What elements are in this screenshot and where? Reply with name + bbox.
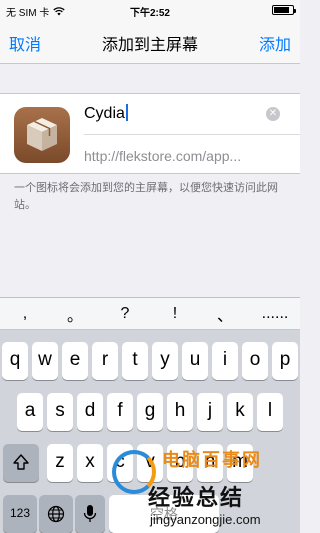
- punctuation-candidate-bar: ,。?!、......: [0, 298, 300, 330]
- key-l[interactable]: l: [257, 393, 283, 431]
- status-time: 下午2:52: [129, 8, 170, 19]
- page-title: 添加到主屏幕: [101, 37, 198, 54]
- key-g[interactable]: g: [137, 393, 163, 431]
- battery-level: [274, 7, 290, 13]
- key-k[interactable]: k: [227, 393, 253, 431]
- key-o[interactable]: o: [242, 342, 268, 380]
- field-divider: [84, 134, 300, 135]
- key-p[interactable]: p: [272, 342, 298, 380]
- key-w[interactable]: w: [32, 342, 58, 380]
- watermark-line2: 经验总结: [148, 485, 245, 510]
- add-button[interactable]: 添加: [259, 31, 291, 55]
- key-u[interactable]: u: [182, 342, 208, 380]
- key-s[interactable]: s: [47, 393, 73, 431]
- key-r[interactable]: r: [92, 342, 118, 380]
- key-h[interactable]: h: [167, 393, 193, 431]
- shift-icon: [13, 454, 29, 470]
- key-q[interactable]: q: [2, 342, 28, 380]
- site-watermark: 电脑百事网 经验总结 jingyanzongjie.com: [112, 440, 300, 533]
- globe-icon: [47, 505, 65, 523]
- key-i[interactable]: i: [212, 342, 238, 380]
- shift-key[interactable]: [3, 444, 39, 482]
- watermark-line1: 电脑百事网: [162, 450, 262, 470]
- key-x[interactable]: x: [77, 444, 103, 482]
- globe-key[interactable]: [39, 495, 73, 533]
- battery-icon: [272, 5, 296, 15]
- help-text: 一个图标将会添加到您的主屏幕，以便您快速访问此网站。: [14, 182, 278, 211]
- punctuation-key[interactable]: 、: [200, 302, 250, 326]
- punctuation-key[interactable]: ......: [250, 305, 300, 323]
- key-d[interactable]: d: [77, 393, 103, 431]
- key-j[interactable]: j: [197, 393, 223, 431]
- bookmark-card: Cydia ✕ http://flekstore.com/app...: [0, 93, 300, 174]
- text-caret: [125, 104, 128, 121]
- name-field[interactable]: Cydia: [84, 104, 128, 123]
- punctuation-key[interactable]: ,: [0, 305, 50, 323]
- nav-bar: 取消 添加到主屏幕 添加: [0, 20, 300, 64]
- punctuation-key[interactable]: ?: [100, 305, 150, 323]
- key-a[interactable]: a: [17, 393, 43, 431]
- punctuation-key[interactable]: !: [150, 305, 200, 323]
- watermark-line3: jingyanzongjie.com: [150, 512, 261, 527]
- microphone-icon: [83, 505, 97, 522]
- microphone-key[interactable]: [75, 495, 105, 533]
- numbers-key[interactable]: 123: [3, 495, 37, 533]
- key-y[interactable]: y: [152, 342, 178, 380]
- punctuation-key[interactable]: 。: [50, 302, 100, 326]
- key-e[interactable]: e: [62, 342, 88, 380]
- key-z[interactable]: z: [47, 444, 73, 482]
- name-field-value: Cydia: [84, 105, 125, 122]
- key-f[interactable]: f: [107, 393, 133, 431]
- cydia-box-icon: [14, 107, 70, 163]
- url-field: http://flekstore.com/app...: [84, 148, 242, 164]
- key-t[interactable]: t: [122, 342, 148, 380]
- status-bar: 无 SIM 卡 下午2:52: [0, 0, 300, 20]
- clear-icon[interactable]: ✕: [266, 107, 280, 121]
